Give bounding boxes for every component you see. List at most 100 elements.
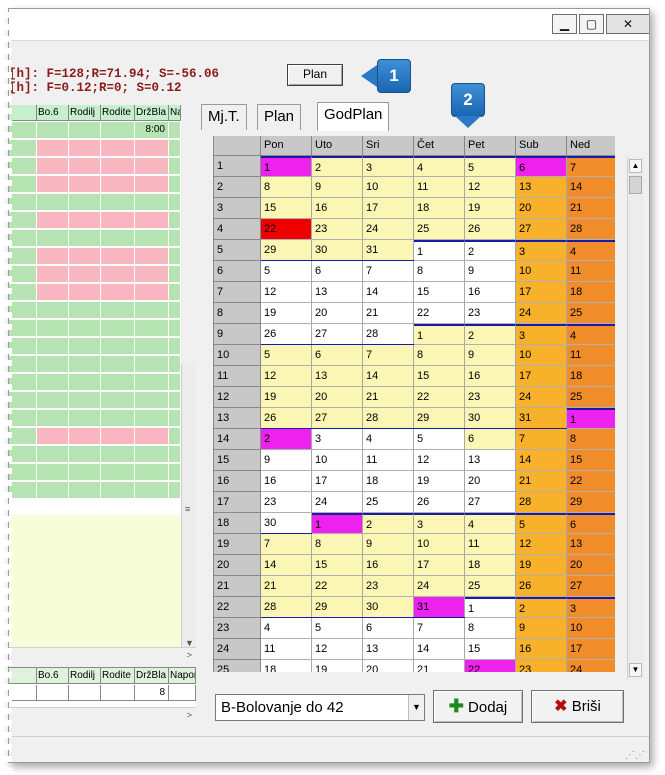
left-grid-cell[interactable]	[135, 248, 169, 265]
left-grid-cell[interactable]	[69, 194, 101, 211]
calendar-day-cell[interactable]: 17	[516, 282, 567, 303]
calendar-day-cell[interactable]: 14	[261, 555, 312, 576]
calendar-day-cell[interactable]: 24	[363, 219, 414, 240]
left-grid-cell[interactable]	[169, 410, 181, 427]
left-grid-row[interactable]	[9, 158, 181, 175]
left-grid-cell[interactable]	[169, 338, 181, 355]
left-grid-cell[interactable]	[101, 284, 135, 301]
left-grid-cell[interactable]	[37, 302, 69, 319]
calendar-day-cell[interactable]: 12	[465, 177, 516, 198]
left-grid-cell[interactable]	[69, 302, 101, 319]
absence-type-select[interactable]: B-Bolovanje do 42 ▼	[215, 694, 425, 721]
calendar-day-cell[interactable]: 25	[567, 387, 615, 408]
calendar-day-cell[interactable]: 28	[363, 408, 414, 429]
calendar-day-cell[interactable]: 13	[567, 534, 615, 555]
calendar-day-cell[interactable]: 21	[414, 660, 465, 672]
left-grid-cell[interactable]	[69, 356, 101, 373]
calendar-day-cell[interactable]: 1	[261, 156, 312, 177]
calendar-day-cell[interactable]: 21	[261, 576, 312, 597]
calendar-day-cell[interactable]: 24	[516, 303, 567, 324]
calendar-day-cell[interactable]: 12	[312, 639, 363, 660]
left-grid-row[interactable]	[9, 482, 181, 499]
calendar-day-cell[interactable]: 2	[261, 429, 312, 450]
calendar-day-cell[interactable]: 1	[312, 513, 363, 534]
left-grid-cell[interactable]	[9, 248, 37, 265]
calendar-day-cell[interactable]: 27	[312, 324, 363, 345]
left-grid-row[interactable]	[9, 176, 181, 193]
calendar-day-cell[interactable]: 6	[516, 156, 567, 177]
left-grid-cell[interactable]	[169, 140, 181, 157]
calendar-day-cell[interactable]: 5	[261, 261, 312, 282]
delete-button[interactable]: ✖ Briši	[531, 690, 624, 723]
tab-godplan[interactable]: GodPlan	[317, 102, 390, 131]
calendar-day-cell[interactable]: 28	[516, 492, 567, 513]
calendar-day-cell[interactable]: 6	[363, 618, 414, 639]
calendar-day-cell[interactable]: 4	[363, 429, 414, 450]
calendar-day-cell[interactable]: 15	[465, 639, 516, 660]
left-grid-cell[interactable]	[135, 284, 169, 301]
left-grid-cell[interactable]	[135, 410, 169, 427]
left-grid-cell[interactable]	[135, 194, 169, 211]
left-grid-cell[interactable]	[135, 374, 169, 391]
calendar-day-cell[interactable]: 8	[312, 534, 363, 555]
left-grid-cell[interactable]	[37, 176, 69, 193]
left-grid-cell[interactable]	[9, 320, 37, 337]
left-grid-row[interactable]	[9, 428, 181, 445]
left-grid-cell[interactable]	[135, 158, 169, 175]
left-grid-cell[interactable]	[69, 410, 101, 427]
calendar-day-cell[interactable]: 25	[465, 576, 516, 597]
calendar-day-cell[interactable]: 3	[516, 324, 567, 345]
calendar-day-cell[interactable]: 7	[414, 618, 465, 639]
calendar-day-cell[interactable]: 10	[363, 177, 414, 198]
summary-grid-cell[interactable]: 8	[135, 685, 169, 701]
calendar-day-cell[interactable]: 3	[414, 513, 465, 534]
calendar-day-cell[interactable]: 15	[414, 282, 465, 303]
left-grid-cell[interactable]	[37, 122, 69, 139]
calendar-day-cell[interactable]: 16	[465, 282, 516, 303]
left-grid-cell[interactable]	[9, 194, 37, 211]
left-grid-cell[interactable]	[101, 410, 135, 427]
left-grid-cell[interactable]	[69, 446, 101, 463]
calendar-day-cell[interactable]: 18	[363, 471, 414, 492]
calendar-day-cell[interactable]: 8	[567, 429, 615, 450]
calendar-day-cell[interactable]: 1	[414, 324, 465, 345]
calendar-day-cell[interactable]: 28	[567, 219, 615, 240]
left-grid-cell[interactable]	[9, 482, 37, 499]
left-grid-cell[interactable]	[9, 410, 37, 427]
left-grid-cell[interactable]	[9, 284, 37, 301]
calendar-day-cell[interactable]: 10	[567, 618, 615, 639]
calendar-day-cell[interactable]: 23	[516, 660, 567, 672]
left-grid-cell[interactable]	[169, 320, 181, 337]
scroll-up-icon[interactable]: ▲	[629, 159, 642, 173]
calendar-day-cell[interactable]: 9	[363, 534, 414, 555]
left-grid-cell[interactable]	[169, 374, 181, 391]
left-grid-cell[interactable]	[135, 392, 169, 409]
left-grid-cell[interactable]	[37, 320, 69, 337]
calendar-day-cell[interactable]: 2	[312, 156, 363, 177]
left-grid-cell[interactable]	[37, 230, 69, 247]
calendar-day-cell[interactable]: 21	[516, 471, 567, 492]
maximize-button[interactable]: ▢	[579, 14, 604, 34]
calendar-day-cell[interactable]: 13	[363, 639, 414, 660]
calendar-day-cell[interactable]: 21	[567, 198, 615, 219]
left-grid-cell[interactable]	[135, 176, 169, 193]
calendar-day-cell[interactable]: 22	[414, 303, 465, 324]
left-grid-cell[interactable]	[9, 446, 37, 463]
left-grid-cell[interactable]	[37, 248, 69, 265]
left-grid-cell[interactable]	[9, 212, 37, 229]
calendar-day-cell[interactable]: 27	[312, 408, 363, 429]
calendar-day-cell[interactable]: 15	[567, 450, 615, 471]
calendar-day-cell[interactable]: 16	[465, 366, 516, 387]
left-grid-cell[interactable]	[37, 446, 69, 463]
calendar-day-cell[interactable]: 18	[567, 366, 615, 387]
calendar-day-cell[interactable]: 21	[363, 303, 414, 324]
left-grid-row[interactable]	[9, 230, 181, 247]
left-grid-cell[interactable]	[37, 410, 69, 427]
left-grid-cell[interactable]	[169, 428, 181, 445]
calendar-day-cell[interactable]: 7	[363, 261, 414, 282]
left-grid-cell[interactable]	[101, 338, 135, 355]
calendar-day-cell[interactable]: 30	[312, 240, 363, 261]
left-grid-cell[interactable]	[9, 122, 37, 139]
left-grid-row[interactable]: 8:00	[9, 122, 181, 139]
calendar-day-cell[interactable]: 10	[414, 534, 465, 555]
